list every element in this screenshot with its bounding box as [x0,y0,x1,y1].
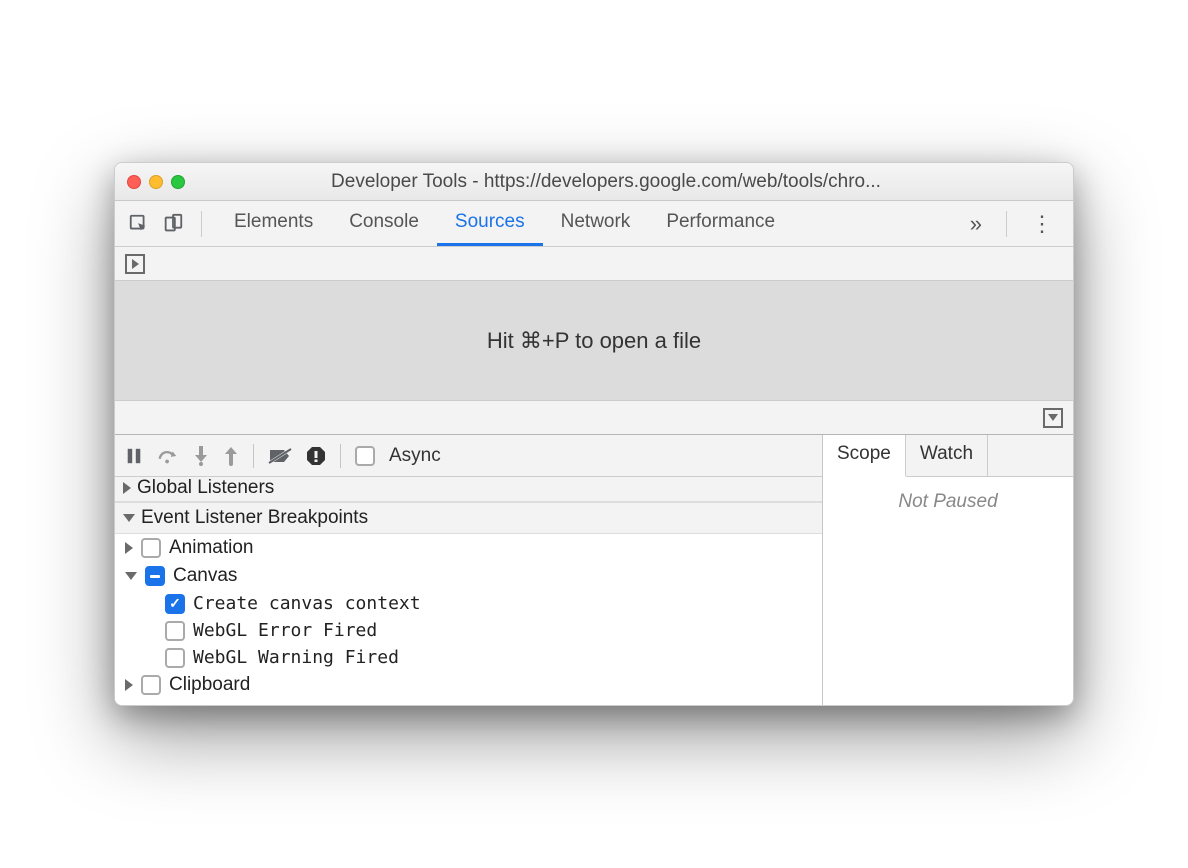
async-checkbox[interactable] [355,446,375,466]
divider [253,444,254,468]
tab-network[interactable]: Network [543,201,649,246]
debugger-right-panel: Scope Watch Not Paused [823,435,1073,705]
debugger-left-panel: Async Global Listeners Event Listener Br… [115,435,823,705]
devtools-tabbar: Elements Console Sources Network Perform… [115,201,1073,247]
step-into-icon[interactable] [193,446,209,466]
clipboard-checkbox[interactable] [141,675,161,695]
section-label: Global Listeners [137,477,274,499]
tab-performance[interactable]: Performance [648,201,793,246]
pause-resume-icon[interactable] [125,447,143,465]
divider [201,211,202,237]
panel-tabs: Elements Console Sources Network Perform… [216,201,793,246]
category-label: Animation [169,537,254,559]
scope-watch-tabs: Scope Watch [823,435,1073,477]
toggle-debugger-sidebar-icon[interactable] [1043,408,1063,428]
chevron-down-icon [125,572,137,580]
category-label: Canvas [173,565,237,587]
breakpoint-tree: Global Listeners Event Listener Breakpoi… [115,477,822,705]
breakpoint-label: WebGL Error Fired [193,620,377,641]
category-canvas[interactable]: Canvas [115,562,822,590]
section-event-listener-breakpoints[interactable]: Event Listener Breakpoints [115,502,822,534]
close-window-button[interactable] [127,175,141,189]
settings-menu-icon[interactable]: ⋮ [1021,211,1063,237]
tab-console[interactable]: Console [331,201,437,246]
debugger-toolbar: Async [115,435,822,477]
more-tabs-icon[interactable]: » [960,211,992,237]
category-clipboard[interactable]: Clipboard [115,671,822,699]
tab-sources[interactable]: Sources [437,201,543,246]
step-over-icon[interactable] [157,447,179,465]
zoom-window-button[interactable] [171,175,185,189]
async-label: Async [389,445,441,467]
canvas-checkbox[interactable] [145,566,165,586]
chevron-right-icon [125,679,133,691]
animation-checkbox[interactable] [141,538,161,558]
divider [1006,211,1007,237]
open-file-hint: Hit ⌘+P to open a file [115,281,1073,401]
tab-elements[interactable]: Elements [216,201,331,246]
category-animation[interactable]: Animation [115,534,822,562]
sources-toolbar [115,247,1073,281]
pause-on-exceptions-icon[interactable] [306,446,326,466]
toggle-navigator-icon[interactable] [125,254,145,274]
webgl-warning-checkbox[interactable] [165,648,185,668]
divider [340,444,341,468]
breakpoint-webgl-error-fired[interactable]: WebGL Error Fired [115,617,822,644]
tab-watch[interactable]: Watch [906,435,988,476]
chevron-down-icon [123,514,135,522]
breakpoint-label: Create canvas context [193,593,421,614]
breakpoint-label: WebGL Warning Fired [193,647,399,668]
scope-body: Not Paused [823,477,1073,705]
tab-scope[interactable]: Scope [823,435,906,477]
minimize-window-button[interactable] [149,175,163,189]
step-out-icon[interactable] [223,446,239,466]
traffic-lights [127,175,185,189]
chevron-right-icon [123,482,131,494]
chevron-right-icon [125,542,133,554]
device-toolbar-icon[interactable] [159,210,187,238]
webgl-error-checkbox[interactable] [165,621,185,641]
deactivate-breakpoints-icon[interactable] [268,447,292,465]
section-label: Event Listener Breakpoints [141,507,368,529]
section-global-listeners[interactable]: Global Listeners [115,477,822,502]
devtools-window: Developer Tools - https://developers.goo… [114,162,1074,706]
drawer-toggle-row [115,401,1073,435]
window-titlebar: Developer Tools - https://developers.goo… [115,163,1073,201]
window-title: Developer Tools - https://developers.goo… [201,171,1061,193]
debugger-pane: Async Global Listeners Event Listener Br… [115,435,1073,705]
create-canvas-context-checkbox[interactable]: ✓ [165,594,185,614]
category-label: Clipboard [169,674,250,696]
inspect-element-icon[interactable] [125,210,153,238]
breakpoint-create-canvas-context[interactable]: ✓ Create canvas context [115,590,822,617]
breakpoint-webgl-warning-fired[interactable]: WebGL Warning Fired [115,644,822,671]
